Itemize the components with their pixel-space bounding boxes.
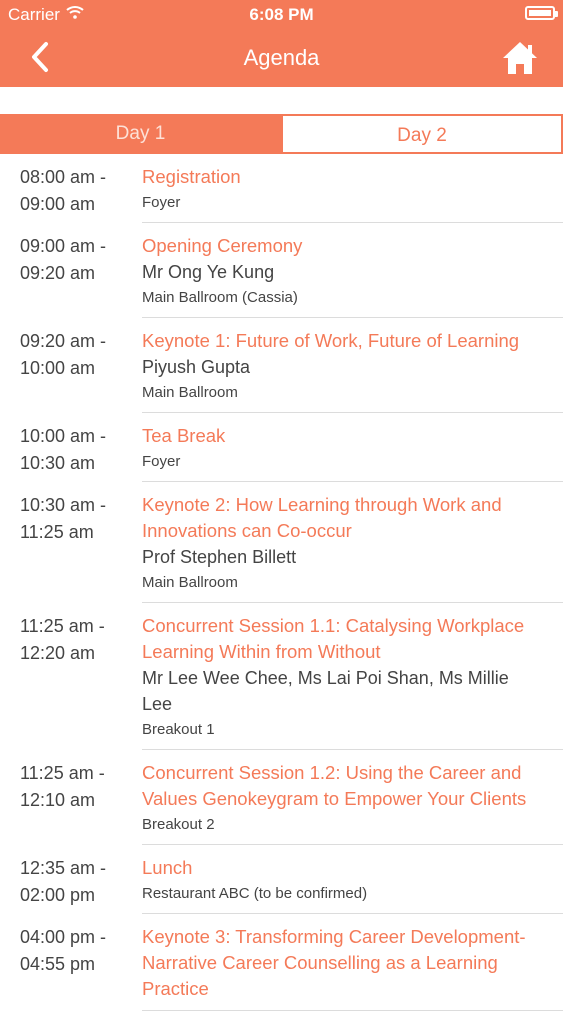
agenda-details: Concurrent Session 1.1: Catalysing Workp…	[142, 603, 563, 749]
session-title[interactable]: Keynote 2: How Learning through Work and…	[142, 492, 539, 544]
agenda-details: Keynote 3: Transforming Career Developme…	[142, 914, 563, 1010]
end-time: 11:25 am	[20, 522, 94, 542]
start-time: 09:00 am -	[20, 236, 107, 256]
session-venue: Main Ballroom	[142, 384, 238, 401]
agenda-time: 10:00 am - 10:30 am	[20, 423, 106, 477]
session-speaker: Prof Stephen Billett	[142, 547, 297, 567]
agenda-time: 09:20 am - 10:00 am	[20, 328, 106, 382]
session-venue: Main Ballroom (Cassia)	[142, 289, 298, 306]
navigation-bar: Agenda	[0, 30, 563, 87]
agenda-details: Keynote 2: How Learning through Work and…	[142, 482, 563, 602]
session-speaker: Piyush Gupta	[142, 357, 251, 377]
end-time: 09:00 am	[20, 194, 96, 214]
end-time: 10:30 am	[20, 453, 96, 473]
status-bar: Carrier 6:08 PM	[0, 0, 563, 30]
agenda-details: Registration Foyer	[142, 154, 563, 222]
agenda-row[interactable]: 09:00 am - 09:20 am Opening Ceremony Mr Ong…	[20, 223, 563, 318]
session-speaker: Mr Ong Ye Kung	[142, 262, 275, 282]
session-venue: Foyer	[142, 194, 181, 211]
status-time: 6:08 PM	[249, 5, 314, 24]
agenda-details: Tea Break Foyer	[142, 413, 563, 481]
agenda-time: 12:35 am - 02:00 pm	[20, 855, 106, 909]
agenda-details: Lunch Restaurant ABC (to be confirmed)	[142, 845, 563, 913]
agenda-time: 11:25 am - 12:10 am	[20, 760, 105, 814]
session-title[interactable]: Concurrent Session 1.1: Catalysing Workp…	[142, 613, 539, 665]
session-title[interactable]: Keynote 3: Transforming Career Developme…	[142, 924, 539, 1002]
end-time: 12:10 am	[20, 790, 96, 810]
start-time: 12:35 am -	[20, 858, 107, 878]
session-title[interactable]: Keynote 1: Future of Work, Future of Lea…	[142, 328, 539, 354]
session-venue: Main Ballroom	[142, 574, 238, 591]
end-time: 12:20 am	[20, 643, 96, 663]
start-time: 09:20 am -	[20, 331, 107, 351]
agenda-time: 04:00 pm - 04:55 pm	[20, 924, 106, 978]
page-title: Agenda	[243, 45, 320, 70]
session-venue: Breakout 2	[142, 816, 215, 833]
agenda-list: 08:00 am - 09:00 am Registration Foyer 09:00…	[0, 154, 563, 1011]
agenda-row[interactable]: 10:30 am - 11:25 am Keynote 2: How Learnin…	[20, 482, 563, 603]
session-title[interactable]: Concurrent Session 1.2: Using the Career…	[142, 760, 539, 812]
agenda-time: 11:25 am - 12:20 am	[20, 613, 105, 667]
agenda-row[interactable]: 08:00 am - 09:00 am Registration Foyer	[20, 154, 563, 223]
start-time: 11:25 am -	[20, 616, 105, 636]
battery-icon	[525, 6, 558, 20]
end-time: 10:00 am	[20, 358, 96, 378]
start-time: 10:30 am -	[20, 495, 107, 515]
agenda-row[interactable]: 11:25 am - 12:20 am Concurrent Session 1.1…	[20, 603, 563, 750]
session-title[interactable]: Opening Ceremony	[142, 233, 539, 259]
agenda-time: 10:30 am - 11:25 am	[20, 492, 106, 546]
agenda-row[interactable]: 04:00 pm - 04:55 pm Keynote 3: Transformin…	[20, 914, 563, 1011]
start-time: 04:00 pm -	[20, 927, 107, 947]
start-time: 11:25 am -	[20, 763, 105, 783]
agenda-row[interactable]: 11:25 am - 12:10 am Concurrent Session 1.2…	[20, 750, 563, 845]
app-header: Carrier 6:08 PM Agenda	[0, 0, 563, 87]
day-tabs: Day 1 Day 2	[0, 114, 563, 154]
agenda-row[interactable]: 12:35 am - 02:00 pm Lunch Restaurant ABC (t…	[20, 845, 563, 914]
session-speaker: Mr Lee Wee Chee, Ms Lai Poi Shan, Ms Mil…	[142, 668, 509, 714]
session-title[interactable]: Lunch	[142, 855, 539, 881]
agenda-row[interactable]: 10:00 am - 10:30 am Tea Break Foyer	[20, 413, 563, 482]
home-button[interactable]	[501, 40, 539, 76]
session-venue: Restaurant ABC (to be confirmed)	[142, 885, 368, 902]
end-time: 09:20 am	[20, 263, 96, 283]
start-time: 10:00 am -	[20, 426, 107, 446]
agenda-details: Opening Ceremony Mr Ong Ye Kung Main Ballr…	[142, 223, 563, 317]
session-title[interactable]: Tea Break	[142, 423, 539, 449]
end-time: 04:55 pm	[20, 954, 96, 974]
tab-day-2[interactable]: Day 2	[281, 114, 563, 154]
home-icon	[503, 42, 537, 74]
agenda-row[interactable]: 09:20 am - 10:00 am Keynote 1: Future of W…	[20, 318, 563, 413]
session-venue: Foyer	[142, 453, 181, 470]
session-venue: Breakout 1	[142, 721, 215, 738]
tab-day-1[interactable]: Day 1	[0, 114, 281, 154]
agenda-time: 08:00 am - 09:00 am	[20, 164, 106, 218]
agenda-details: Concurrent Session 1.2: Using the Career…	[142, 750, 563, 844]
start-time: 08:00 am -	[20, 167, 107, 187]
session-title[interactable]: Registration	[142, 164, 539, 190]
agenda-details: Keynote 1: Future of Work, Future of Lea…	[142, 318, 563, 412]
end-time: 02:00 pm	[20, 885, 96, 905]
agenda-time: 09:00 am - 09:20 am	[20, 233, 106, 287]
